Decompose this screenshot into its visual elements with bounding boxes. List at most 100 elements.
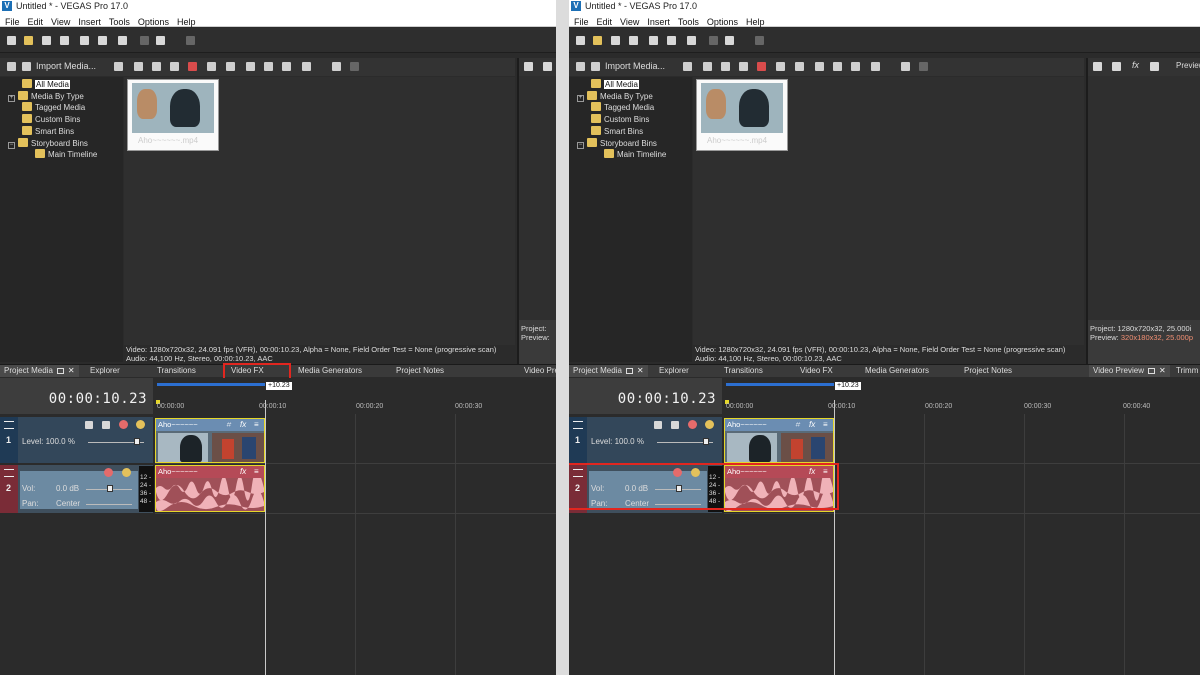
- media-properties-icon[interactable]: [776, 62, 785, 71]
- solo-icon[interactable]: [136, 420, 145, 429]
- preview-settings-icon[interactable]: [524, 62, 533, 71]
- open-folder-icon[interactable]: [593, 36, 602, 45]
- new-file-icon[interactable]: [7, 36, 16, 45]
- search-icon[interactable]: [901, 62, 910, 71]
- tree-item-main-timeline[interactable]: Main Timeline: [35, 149, 97, 159]
- remove-icon[interactable]: [188, 62, 197, 71]
- media-fx-icon[interactable]: [226, 62, 235, 71]
- tab-video-preview[interactable]: Video Preview ✕: [1089, 365, 1170, 377]
- level-slider-knob[interactable]: [134, 438, 140, 445]
- loop-region-bar[interactable]: [157, 383, 265, 386]
- preview-quality-dropdown[interactable]: Preview: [1176, 61, 1200, 70]
- preview-fx-label[interactable]: fx: [1132, 60, 1139, 70]
- save-icon[interactable]: [611, 36, 620, 45]
- extract-audio-icon[interactable]: [721, 62, 730, 71]
- views-icon[interactable]: [302, 62, 311, 71]
- audio-track-header[interactable]: 2 Vol: 0.0 dB Pan: Center: [0, 465, 153, 513]
- auto-preview-icon[interactable]: [282, 62, 291, 71]
- new-file-icon[interactable]: [576, 36, 585, 45]
- tree-item-media-by-type[interactable]: + Media By Type: [577, 91, 653, 102]
- cut-icon[interactable]: [667, 36, 676, 45]
- get-media-icon[interactable]: [703, 62, 712, 71]
- search-icon[interactable]: [332, 62, 341, 71]
- tree-item-smart-bins[interactable]: Smart Bins: [591, 126, 643, 136]
- tree-item-custom-bins[interactable]: Custom Bins: [22, 114, 80, 124]
- preview-split-icon[interactable]: [1112, 62, 1121, 71]
- media-thumbnail[interactable]: Aho~~~~~~.mp4: [696, 79, 788, 151]
- play-icon[interactable]: [815, 62, 824, 71]
- media-properties-icon[interactable]: [207, 62, 216, 71]
- tab-video-preview[interactable]: Video Pre: [524, 365, 556, 377]
- media-menu-icon[interactable]: [7, 62, 16, 71]
- loop-region-bar[interactable]: [726, 383, 834, 386]
- import-media-icon[interactable]: [591, 62, 600, 71]
- tree-item-custom-bins[interactable]: Custom Bins: [591, 114, 649, 124]
- preview-layout-icon[interactable]: [1150, 62, 1159, 71]
- refresh-icon[interactable]: [919, 62, 928, 71]
- tree-item-main-timeline[interactable]: Main Timeline: [604, 149, 666, 159]
- tree-item-smart-bins[interactable]: Smart Bins: [22, 126, 74, 136]
- preview-settings-icon[interactable]: [1093, 62, 1102, 71]
- track-motion-icon[interactable]: [654, 421, 662, 429]
- clip-menu-icon[interactable]: ≡: [254, 467, 259, 476]
- mute-icon[interactable]: [688, 420, 697, 429]
- tab-project-media[interactable]: Project Media ✕: [569, 365, 648, 377]
- tab-transitions[interactable]: Transitions: [157, 365, 196, 377]
- media-fx-icon[interactable]: [795, 62, 804, 71]
- media-thumbnail[interactable]: Aho~~~~~~.mp4: [127, 79, 219, 151]
- solo-icon[interactable]: [705, 420, 714, 429]
- open-folder-icon[interactable]: [24, 36, 33, 45]
- video-track-header[interactable]: 1 Level: 100.0 %: [0, 417, 153, 463]
- solo-icon[interactable]: [122, 468, 131, 477]
- play-icon[interactable]: [246, 62, 255, 71]
- undo-icon[interactable]: [725, 36, 734, 45]
- playhead-cursor[interactable]: [834, 400, 835, 675]
- clip-menu-icon[interactable]: ≡: [254, 420, 259, 429]
- clip-menu-icon[interactable]: ≡: [823, 420, 828, 429]
- tree-item-media-by-type[interactable]: + Media By Type: [8, 91, 84, 102]
- paste-icon[interactable]: [140, 36, 149, 45]
- timeline-ruler[interactable]: +10.23 00:00:00 00:00:10 00:00:20 00:00:…: [155, 378, 556, 414]
- tree-item-tagged-media[interactable]: Tagged Media: [591, 102, 654, 112]
- tab-trimmer[interactable]: Trimm: [1176, 365, 1198, 377]
- remove-unused-icon[interactable]: [739, 62, 748, 71]
- stop-icon[interactable]: [264, 62, 273, 71]
- track-motion-icon[interactable]: [85, 421, 93, 429]
- level-slider-knob[interactable]: [703, 438, 709, 445]
- clip-fx-label[interactable]: fx: [240, 467, 246, 476]
- tree-item-storyboard-bins[interactable]: − Storyboard Bins: [577, 138, 657, 149]
- views-icon[interactable]: [871, 62, 880, 71]
- redo-icon[interactable]: [755, 36, 764, 45]
- copy-icon[interactable]: [687, 36, 696, 45]
- tab-video-fx[interactable]: Video FX: [800, 365, 833, 377]
- pan-slider[interactable]: [86, 504, 132, 505]
- clip-fx-label[interactable]: fx: [809, 420, 815, 429]
- copy-icon[interactable]: [118, 36, 127, 45]
- track-menu-icon[interactable]: [4, 421, 14, 429]
- mute-icon[interactable]: [119, 420, 128, 429]
- tab-project-media[interactable]: Project Media ✕: [0, 365, 79, 377]
- tab-project-notes[interactable]: Project Notes: [964, 365, 1012, 377]
- video-track-header[interactable]: 1 Level: 100.0 %: [569, 417, 722, 463]
- track-fx-icon[interactable]: [102, 421, 110, 429]
- extract-audio-icon[interactable]: [152, 62, 161, 71]
- tab-explorer[interactable]: Explorer: [659, 365, 689, 377]
- tree-item-storyboard-bins[interactable]: − Storyboard Bins: [8, 138, 88, 149]
- get-media-icon[interactable]: [134, 62, 143, 71]
- tab-media-generators[interactable]: Media Generators: [865, 365, 929, 377]
- tab-project-notes[interactable]: Project Notes: [396, 365, 444, 377]
- save-icon[interactable]: [42, 36, 51, 45]
- crop-icon[interactable]: ⌗: [226, 420, 231, 430]
- remove-icon[interactable]: [757, 62, 766, 71]
- mute-icon[interactable]: [104, 468, 113, 477]
- paste-icon[interactable]: [709, 36, 718, 45]
- volume-slider-knob[interactable]: [107, 485, 113, 492]
- tab-transitions[interactable]: Transitions: [724, 365, 763, 377]
- media-menu-icon[interactable]: [576, 62, 585, 71]
- undo-icon[interactable]: [156, 36, 165, 45]
- cut-icon[interactable]: [98, 36, 107, 45]
- playhead-cursor[interactable]: [265, 400, 266, 675]
- render-icon[interactable]: [60, 36, 69, 45]
- tab-explorer[interactable]: Explorer: [90, 365, 120, 377]
- refresh-icon[interactable]: [350, 62, 359, 71]
